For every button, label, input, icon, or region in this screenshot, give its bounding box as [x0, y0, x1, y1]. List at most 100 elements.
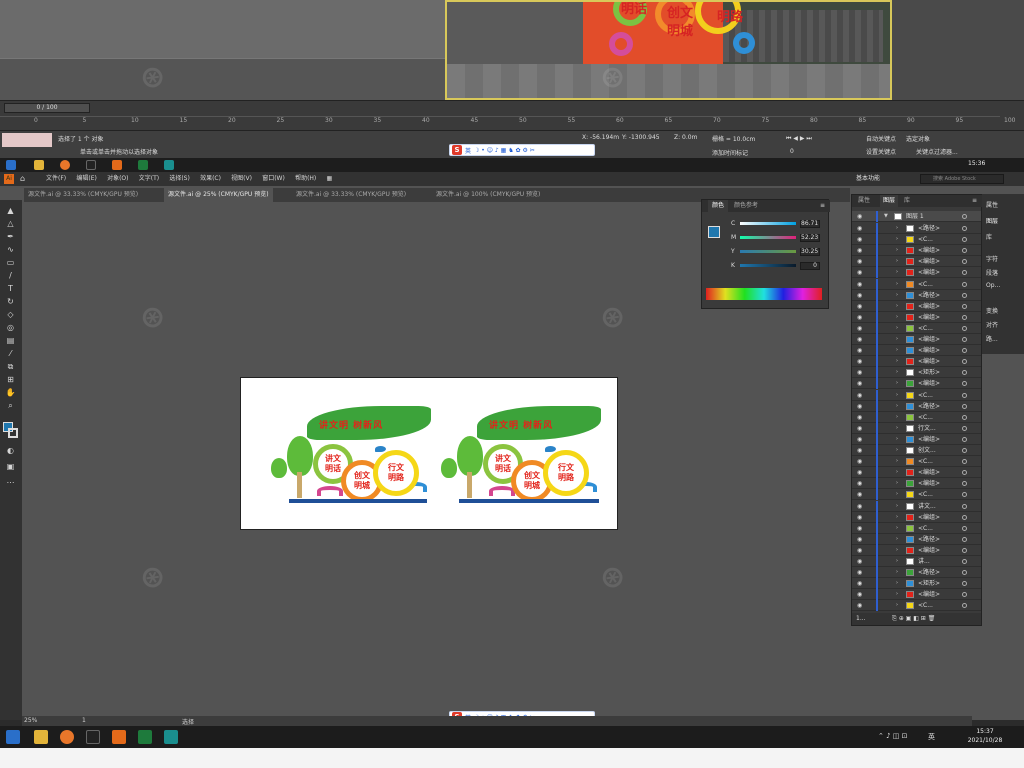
menu-help[interactable]: 帮助(H) — [295, 172, 316, 186]
draw-mode-icon[interactable]: ◐ — [5, 446, 16, 455]
tab-layers[interactable]: 图层 — [880, 195, 899, 207]
eye-icon[interactable]: ◉ — [857, 545, 862, 556]
z-coordinate[interactable]: Z: 0.0m — [674, 134, 697, 141]
target-icon[interactable] — [962, 303, 967, 309]
screen-mode-icon[interactable]: ▣ — [5, 462, 16, 471]
target-icon[interactable] — [962, 314, 967, 320]
layer-row[interactable]: ◉ › <编组> — [852, 544, 981, 556]
chevron-right-icon[interactable]: › — [896, 390, 898, 401]
chevron-right-icon[interactable]: › — [896, 378, 898, 389]
gradient-tool-icon[interactable]: ▤ — [5, 336, 16, 345]
channel-y-slider[interactable] — [740, 250, 796, 253]
target-icon[interactable] — [962, 470, 967, 476]
terminal-icon-2[interactable] — [86, 730, 100, 744]
chevron-right-icon[interactable]: › — [896, 334, 898, 345]
direct-selection-tool-icon[interactable]: △ — [5, 219, 16, 228]
arrange-documents-icon[interactable]: ▦ — [327, 172, 333, 186]
eye-icon[interactable]: ◉ — [857, 378, 862, 389]
layer-row[interactable]: ◉ › <C... — [852, 456, 981, 468]
chevron-right-icon[interactable]: › — [896, 445, 898, 456]
target-icon[interactable] — [962, 348, 967, 354]
dock-align[interactable]: 对齐 — [986, 320, 998, 329]
windows-start-icon[interactable] — [6, 160, 16, 170]
target-icon[interactable] — [962, 392, 967, 398]
color-spectrum[interactable] — [706, 288, 822, 300]
menu-select[interactable]: 选择(S) — [169, 172, 190, 186]
target-icon[interactable] — [962, 270, 967, 276]
timeline[interactable]: 0 / 100 0 5 10 15 20 25 30 35 40 45 50 55 60 65 70 75 80… — [0, 100, 1024, 130]
maxscript-listener[interactable] — [2, 133, 52, 147]
chevron-right-icon[interactable]: › — [896, 467, 898, 478]
chevron-right-icon[interactable]: › — [896, 501, 898, 512]
target-icon[interactable] — [962, 448, 967, 453]
dock-paragraph[interactable]: 段落 — [986, 268, 998, 277]
timeline-ruler[interactable]: 0 5 10 15 20 25 30 35 40 45 50 55 60 65 70 75 80 85 90 95 10… — [0, 116, 1015, 130]
layer-row[interactable]: ◉ › <路径> — [852, 289, 981, 301]
zoom-tool-icon[interactable]: ⌕ — [5, 401, 16, 410]
max-icon[interactable] — [164, 160, 174, 170]
tab-doc-3[interactable]: 源文件.ai @ 33.33% (CMYK/GPU 预览) — [292, 188, 410, 202]
viewport-perspective[interactable]: 明话 创文 明城 明路 — [445, 0, 892, 100]
eye-icon[interactable]: ◉ — [857, 423, 862, 434]
dock-opentype[interactable]: Op... — [986, 282, 1000, 289]
tab-libraries[interactable]: 库 — [904, 195, 910, 207]
layer-row[interactable]: ◉ › <C... — [852, 389, 981, 401]
channel-m-slider[interactable] — [740, 236, 796, 239]
eye-icon[interactable]: ◉ — [857, 223, 862, 234]
target-icon[interactable] — [962, 403, 967, 409]
chevron-right-icon[interactable]: › — [896, 545, 898, 556]
chevron-right-icon[interactable]: › — [896, 523, 898, 534]
layer-row[interactable]: ◉ › <编组> — [852, 467, 981, 479]
excel-icon[interactable] — [138, 160, 148, 170]
chevron-right-icon[interactable]: › — [896, 223, 898, 234]
chevron-right-icon[interactable]: › — [896, 356, 898, 367]
eye-icon[interactable]: ◉ — [857, 412, 862, 423]
channel-c-slider[interactable] — [740, 222, 796, 225]
layer-row-main[interactable]: ◉ ▼ 图层 1 — [852, 211, 981, 222]
eye-icon[interactable]: ◉ — [857, 345, 862, 356]
layers-menu-icon[interactable]: ≡ — [972, 195, 977, 207]
layer-row[interactable]: ◉ › <编组> — [852, 356, 981, 368]
layer-row[interactable]: ◉ › <编组> — [852, 511, 981, 523]
eye-icon[interactable]: ◉ — [857, 301, 862, 312]
viewport-right[interactable] — [892, 0, 1024, 100]
layer-row[interactable]: ◉ › <矩形> — [852, 578, 981, 590]
chevron-right-icon[interactable]: › — [896, 267, 898, 278]
layer-row[interactable]: ◉ › <C... — [852, 278, 981, 290]
menu-effect[interactable]: 效果(C) — [200, 172, 221, 186]
layer-row[interactable]: ◉ › <路径> — [852, 533, 981, 545]
hand-tool-icon[interactable]: ✋ — [5, 388, 16, 397]
layer-row[interactable]: ◉ › <编组> — [852, 334, 981, 345]
eye-icon[interactable]: ◉ — [857, 211, 862, 222]
layer-row[interactable]: ◉ › <编组> — [852, 311, 981, 323]
target-icon[interactable] — [962, 436, 967, 442]
dock-transform[interactable]: 变换 — [986, 306, 998, 315]
chevron-right-icon[interactable]: › — [896, 456, 898, 467]
firefox-icon[interactable] — [60, 160, 70, 170]
blend-tool-icon[interactable]: ⧉ — [5, 362, 16, 371]
y-coordinate[interactable]: Y: -1300.945 — [622, 134, 660, 141]
shape-builder-icon[interactable]: ◎ — [5, 323, 16, 332]
rotate-tool-icon[interactable]: ↻ — [5, 297, 16, 306]
selected-object-dropdown[interactable]: 选定对象 — [906, 134, 930, 143]
chevron-right-icon[interactable]: › — [896, 600, 898, 611]
eye-icon[interactable]: ◉ — [857, 234, 862, 245]
eye-icon[interactable]: ◉ — [857, 367, 862, 378]
folder-icon-2[interactable] — [34, 730, 48, 744]
target-icon[interactable] — [962, 547, 967, 553]
layer-row[interactable]: ◉ › 行文... — [852, 422, 981, 434]
layer-row[interactable]: ◉ › 讲文... — [852, 500, 981, 512]
eye-icon[interactable]: ◉ — [857, 589, 862, 600]
viewport-left[interactable] — [0, 0, 445, 100]
eye-icon[interactable]: ◉ — [857, 467, 862, 478]
target-icon[interactable] — [962, 248, 967, 254]
windows-start-icon-2[interactable] — [6, 730, 20, 744]
eye-icon[interactable]: ◉ — [857, 478, 862, 489]
key-filter-button[interactable]: 关键点过滤器... — [916, 147, 958, 156]
chevron-right-icon[interactable]: › — [896, 301, 898, 312]
chevron-right-icon[interactable]: › — [896, 256, 898, 267]
tab-color[interactable]: 颜色 — [708, 200, 729, 212]
target-icon[interactable] — [962, 592, 967, 598]
eyedropper-tool-icon[interactable]: ⁄ — [5, 349, 16, 358]
firefox-icon-2[interactable] — [60, 730, 74, 744]
